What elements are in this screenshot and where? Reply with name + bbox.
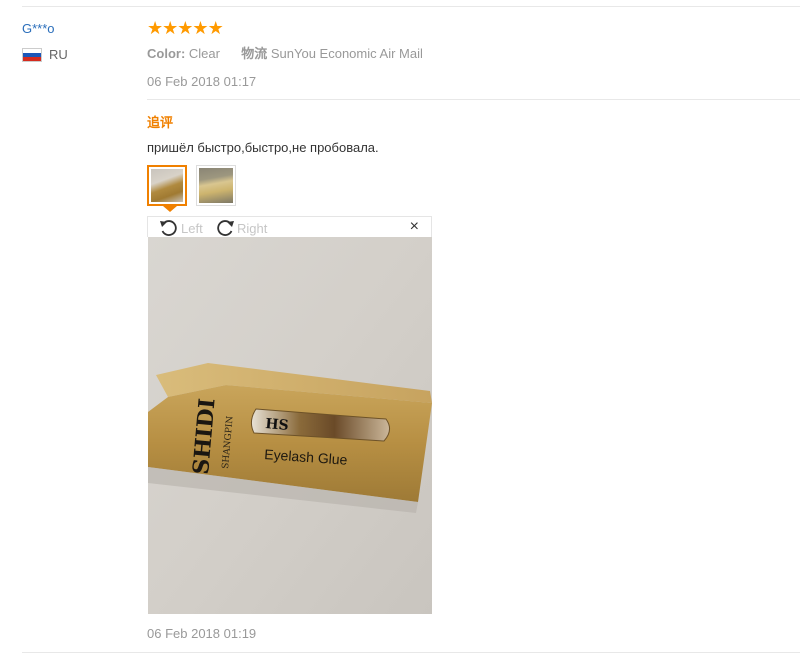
top-divider <box>22 6 800 7</box>
bottom-divider <box>22 652 800 653</box>
reviewer-name[interactable]: G***o <box>22 21 55 36</box>
rotate-left-icon <box>160 220 177 236</box>
star-icon: ★ <box>207 18 224 38</box>
rotate-right-icon <box>217 220 234 236</box>
logistics-value: SunYou Economic Air Mail <box>270 46 423 61</box>
star-icon: ★ <box>177 18 193 38</box>
svg-text:HS: HS <box>265 416 290 434</box>
rotate-left-button[interactable]: Left <box>158 218 203 238</box>
photo-thumbnail-2[interactable] <box>196 165 236 206</box>
country-code: RU <box>49 47 68 62</box>
followup-label: 追评 <box>147 115 174 130</box>
rotate-right-label: Right <box>237 220 268 236</box>
color-label: Color: <box>147 46 186 61</box>
star-icon: ★ <box>162 18 178 38</box>
review-photo: HS SHIDI SHANGPIN Eyelash Glue <box>148 237 432 614</box>
star-icon: ★ <box>147 18 163 38</box>
order-info: Color: Clear 物流 SunYou Economic Air Mail <box>147 43 423 62</box>
close-viewer-button[interactable]: × <box>410 219 419 235</box>
followup-text: пришёл быстро,быстро,не пробовала. <box>147 140 379 155</box>
star-rating: ★ ★ ★ ★ ★ <box>147 18 224 38</box>
star-icon: ★ <box>192 18 208 38</box>
rotate-right-button[interactable]: Right <box>214 218 267 238</box>
reviewer-country: RU <box>22 47 68 62</box>
logistics-label: 物流 <box>241 46 268 61</box>
photo-viewer-toolbar: Left Right × <box>147 216 432 237</box>
russia-flag-icon <box>22 47 42 62</box>
color-value: Clear <box>188 46 220 61</box>
followup-date: 06 Feb 2018 01:19 <box>147 626 257 641</box>
review-date: 06 Feb 2018 01:17 <box>147 74 257 89</box>
followup-divider <box>147 99 800 100</box>
rotate-left-label: Left <box>181 220 203 236</box>
photo-thumbnail-1[interactable] <box>147 165 187 206</box>
active-thumbnail-caret <box>163 206 177 212</box>
